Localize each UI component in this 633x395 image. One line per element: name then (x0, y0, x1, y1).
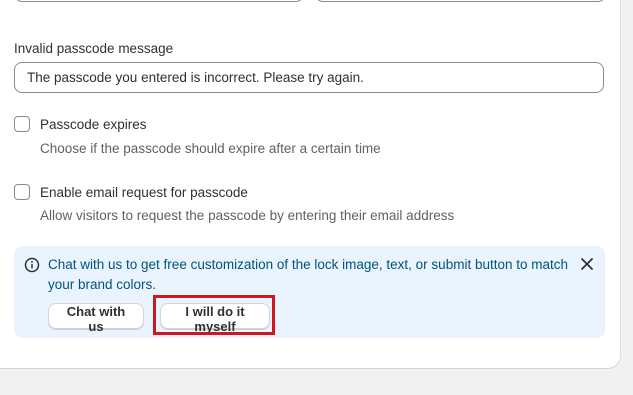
close-icon[interactable] (579, 256, 595, 272)
passcode-expires-label: Passcode expires (40, 116, 147, 132)
email-request-checkbox[interactable] (14, 184, 30, 200)
passcode-expires-help: Choose if the passcode should expire aft… (40, 141, 381, 156)
passcode-expires-checkbox[interactable] (14, 116, 30, 132)
banner-message: Chat with us to get free customization o… (48, 257, 569, 292)
highlight-box (153, 295, 275, 335)
customization-banner: Chat with us to get free customization o… (14, 246, 605, 338)
info-icon (24, 257, 40, 273)
invalid-message-input[interactable] (14, 62, 604, 93)
email-request-help: Allow visitors to request the passcode b… (40, 208, 455, 223)
passcode-expires-row[interactable]: Passcode expires (14, 116, 147, 132)
top-left-field[interactable] (14, 0, 304, 2)
chat-with-us-button[interactable]: Chat with us (48, 303, 144, 334)
invalid-message-label: Invalid passcode message (14, 41, 174, 56)
email-request-label: Enable email request for passcode (40, 184, 248, 200)
email-request-row[interactable]: Enable email request for passcode (14, 184, 248, 200)
top-right-field[interactable] (315, 0, 606, 2)
